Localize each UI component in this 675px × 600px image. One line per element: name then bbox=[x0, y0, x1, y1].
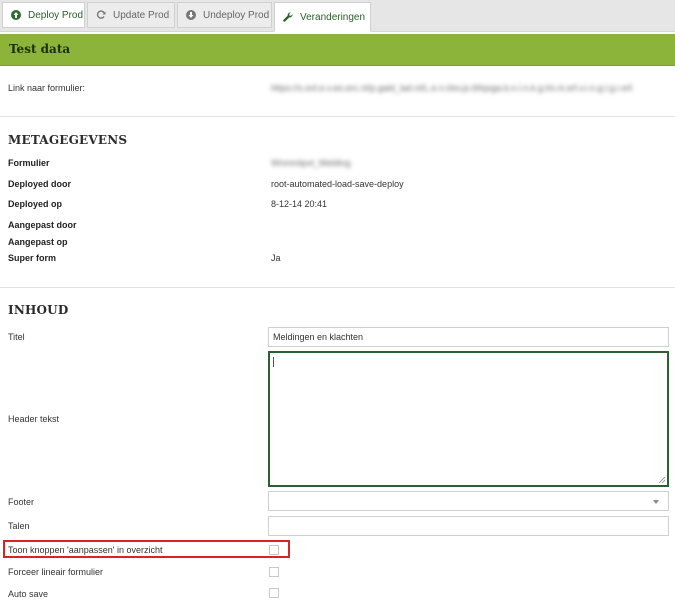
titel-input[interactable]: Meldingen en klachten bbox=[268, 327, 669, 347]
metagegevens-heading: METAGEGEVENS bbox=[8, 133, 128, 147]
deployed-door-value: root-automated-load-save-deploy bbox=[271, 179, 404, 189]
forceer-lineair-label: Forceer lineair formulier bbox=[8, 567, 104, 577]
link-label: Link naar formulier: bbox=[8, 83, 86, 93]
toon-knoppen-label: Toon knoppen 'aanpassen' in overzicht bbox=[8, 545, 163, 555]
toon-knoppen-checkbox[interactable] bbox=[269, 545, 279, 555]
super-form-value: Ja bbox=[271, 253, 281, 263]
resize-grip-icon[interactable] bbox=[659, 477, 665, 483]
talen-label: Talen bbox=[8, 521, 30, 531]
super-form-label: Super form bbox=[8, 253, 57, 263]
talen-input[interactable] bbox=[268, 516, 669, 536]
deployed-op-value: 8-12-14 20:41 bbox=[271, 199, 328, 209]
header-tekst-label: Header tekst bbox=[8, 414, 60, 424]
footer-label: Footer bbox=[8, 497, 35, 507]
inhoud-heading: INHOUD bbox=[8, 303, 69, 317]
deploy-prod-button[interactable]: Deploy Prod bbox=[2, 2, 85, 28]
auto-save-checkbox[interactable] bbox=[269, 588, 279, 598]
titel-label: Titel bbox=[8, 332, 25, 342]
divider bbox=[0, 287, 675, 288]
deployed-op-label: Deployed op bbox=[8, 199, 63, 209]
aangepast-door-label: Aangepast door bbox=[8, 220, 77, 230]
header-tekst-textarea[interactable] bbox=[268, 351, 669, 487]
undeploy-prod-label: Undeploy Prod bbox=[203, 9, 270, 21]
aangepast-op-label: Aangepast op bbox=[8, 237, 68, 247]
deploy-prod-label: Deploy Prod bbox=[28, 9, 84, 21]
text-caret bbox=[273, 357, 274, 367]
section-header: Test data bbox=[0, 34, 675, 66]
forceer-lineair-checkbox[interactable] bbox=[269, 567, 279, 577]
caret-down-icon bbox=[653, 500, 659, 504]
update-prod-label: Update Prod bbox=[113, 9, 170, 21]
form-link[interactable]: https://s.onl.e.v.eo.erc.nl/p.gaid_lad.n… bbox=[271, 83, 632, 93]
undeploy-prod-button[interactable]: Undeploy Prod bbox=[177, 2, 272, 28]
deployed-door-label: Deployed door bbox=[8, 179, 72, 189]
formulier-label: Formulier bbox=[8, 158, 50, 168]
auto-save-label: Auto save bbox=[8, 589, 49, 599]
footer-select[interactable] bbox=[268, 491, 669, 511]
tab-veranderingen[interactable]: Veranderingen bbox=[274, 2, 371, 32]
upload-circle-icon bbox=[11, 10, 21, 20]
download-circle-icon bbox=[186, 10, 196, 20]
wrench-icon bbox=[283, 12, 293, 22]
page-title: Test data bbox=[9, 42, 71, 56]
titel-value: Meldingen en klachten bbox=[273, 332, 364, 342]
formulier-value: Wnmmtpvt_Melding bbox=[271, 158, 351, 168]
update-prod-button[interactable]: Update Prod bbox=[87, 2, 175, 28]
veranderingen-label: Veranderingen bbox=[300, 11, 366, 23]
toolbar: Deploy Prod Update Prod Undeploy Prod Ve… bbox=[0, 0, 675, 32]
divider bbox=[0, 116, 675, 117]
refresh-icon bbox=[96, 10, 106, 20]
